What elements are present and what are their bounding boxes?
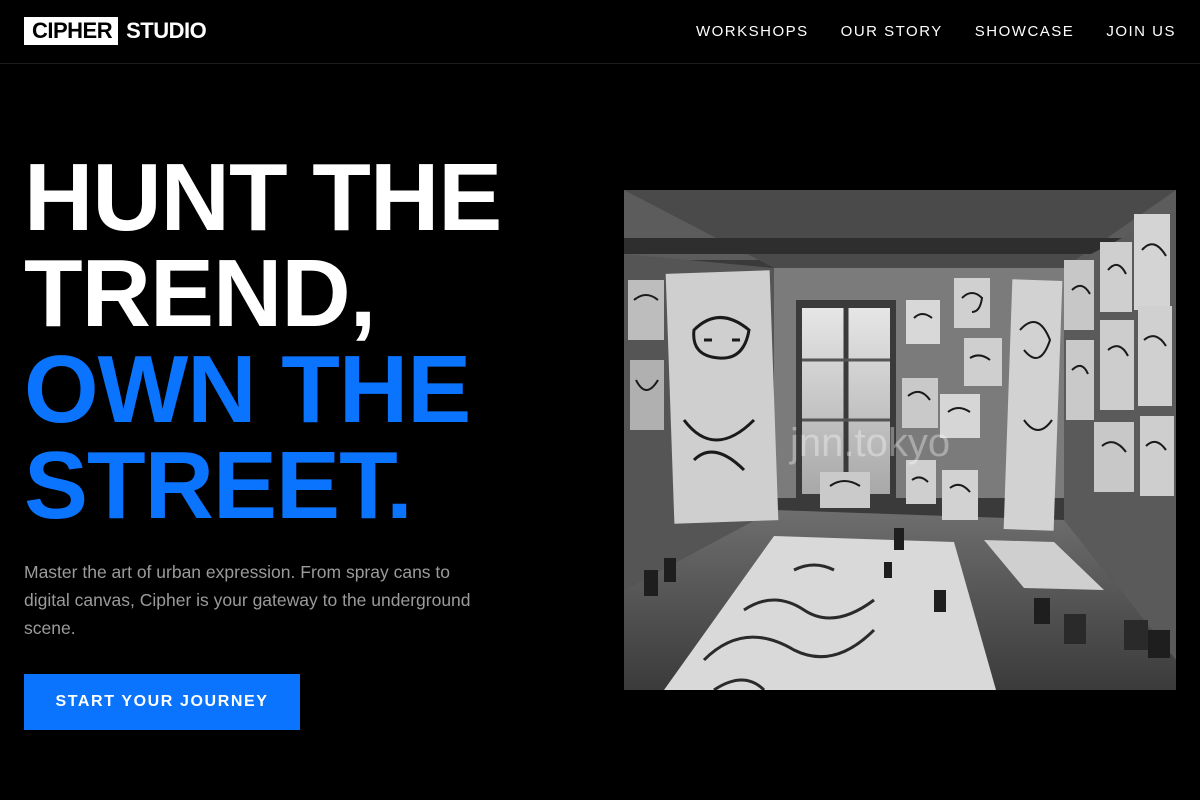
hero-title: HUNT THE TREND, OWN THE STREET. bbox=[24, 144, 502, 539]
hero-description: Master the art of urban expression. From… bbox=[24, 562, 471, 638]
image-watermark: jnn.tokyo bbox=[789, 421, 950, 465]
start-journey-button[interactable]: START YOUR JOURNEY bbox=[24, 674, 300, 730]
hero-title-line-2: TREND, bbox=[24, 240, 376, 347]
hero-title-line-1: HUNT THE bbox=[24, 144, 502, 251]
nav-link-workshops[interactable]: WORKSHOPS bbox=[696, 23, 809, 40]
nav-link-showcase[interactable]: SHOWCASE bbox=[975, 23, 1075, 40]
logo-boxed-word: CIPHER bbox=[24, 17, 119, 45]
logo-word: STUDIO bbox=[126, 18, 207, 43]
nav-link-join-us[interactable]: JOIN US bbox=[1106, 23, 1176, 40]
hero-image: jnn.tokyo bbox=[624, 190, 1176, 690]
hero-title-line-3: OWN THE bbox=[24, 336, 471, 443]
studio-photo-illustration: jnn.tokyo bbox=[624, 190, 1176, 690]
nav-link-our-story[interactable]: OUR STORY bbox=[841, 23, 943, 40]
logo[interactable]: CIPHER STUDIO bbox=[24, 17, 207, 45]
main-nav: WORKSHOPS OUR STORY SHOWCASE JOIN US bbox=[696, 0, 1176, 62]
site-header: CIPHER STUDIO WORKSHOPS OUR STORY SHOWCA… bbox=[0, 0, 1200, 64]
hero-title-line-4: STREET. bbox=[24, 432, 413, 539]
